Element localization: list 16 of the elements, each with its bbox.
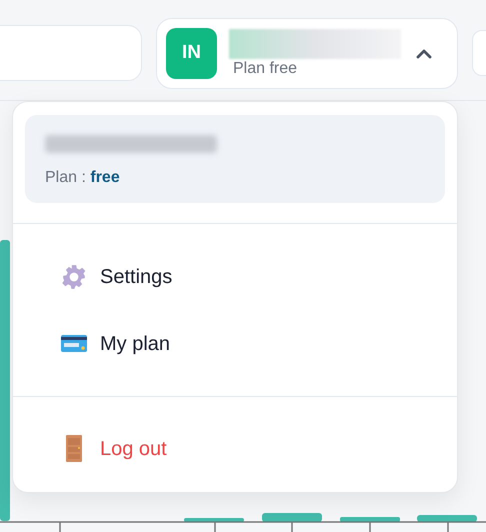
chart-bar [262,513,322,522]
plan-info: Plan : free [45,168,121,188]
menu-item[interactable]: Settings [13,243,457,310]
door-icon [66,435,82,462]
menu-item[interactable]: Log out [13,415,457,482]
menu-item[interactable]: My plan [13,310,457,377]
search-field[interactable] [0,25,142,81]
plan-label: Plan free [233,58,298,78]
chart-bar [417,515,477,522]
credit-card-icon [60,334,86,354]
gear-icon [60,264,86,290]
chart-bar [340,517,400,522]
user-avatar: IN [166,28,217,79]
caret-icon [416,48,432,58]
chart-bar [184,518,244,522]
user-menu-button[interactable]: IN Plan free [156,18,458,89]
